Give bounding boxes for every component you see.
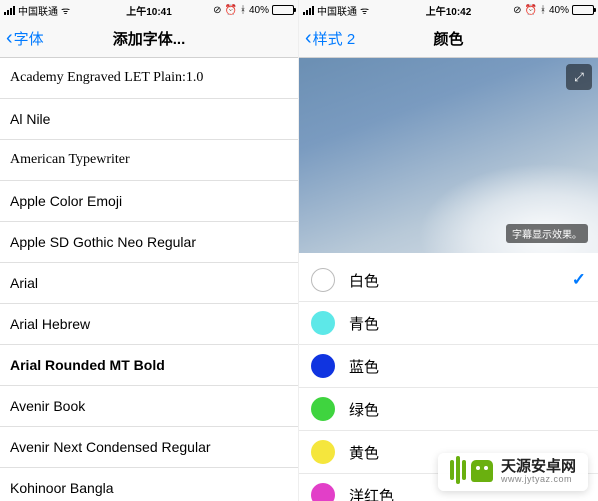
- subtitle-preview[interactable]: ⤢ 字幕显示效果。: [299, 58, 598, 253]
- watermark-logo-icon: [450, 460, 493, 484]
- battery-pct: 40%: [249, 5, 269, 16]
- color-item-white[interactable]: 白色 ✓: [299, 259, 598, 302]
- status-time: 上午10:42: [426, 3, 472, 18]
- color-item-cyan[interactable]: 青色: [299, 302, 598, 345]
- font-item[interactable]: American Typewriter: [0, 140, 298, 181]
- back-button[interactable]: ‹ 样式 2: [305, 27, 355, 50]
- color-item-green[interactable]: 绿色: [299, 388, 598, 431]
- rotation-lock-icon: ⊘: [213, 5, 221, 16]
- color-label: 白色: [349, 270, 572, 291]
- font-list-content[interactable]: Academy Engraved LET Plain:1.0 Al Nile A…: [0, 58, 298, 501]
- page-title: 添加字体...: [113, 28, 186, 49]
- phone-left: 中国联通 ᯤ 上午10:41 ⊘ ⏰ ᚼ 40% ‹ 字体 添加字体... Ac…: [0, 0, 299, 501]
- font-item[interactable]: Academy Engraved LET Plain:1.0: [0, 58, 298, 99]
- color-item-blue[interactable]: 蓝色: [299, 345, 598, 388]
- chevron-left-icon: ‹: [305, 27, 312, 50]
- font-item[interactable]: Arial Hebrew: [0, 304, 298, 345]
- font-item[interactable]: Al Nile: [0, 99, 298, 140]
- bluetooth-icon: ᚼ: [540, 5, 546, 16]
- wifi-icon: ᯤ: [61, 3, 70, 17]
- color-label: 青色: [349, 313, 586, 334]
- expand-button[interactable]: ⤢: [566, 64, 592, 90]
- status-bar: 中国联通 ᯤ 上午10:42 ⊘ ⏰ ᚼ 40%: [299, 0, 598, 20]
- color-swatch: [311, 440, 335, 464]
- battery-icon: [272, 5, 294, 15]
- color-swatch: [311, 354, 335, 378]
- color-swatch: [311, 268, 335, 292]
- font-list: Academy Engraved LET Plain:1.0 Al Nile A…: [0, 58, 298, 501]
- check-icon: ✓: [572, 270, 586, 290]
- font-item[interactable]: Avenir Next Condensed Regular: [0, 427, 298, 468]
- rotation-lock-icon: ⊘: [513, 5, 521, 16]
- color-swatch: [311, 311, 335, 335]
- back-button[interactable]: ‹ 字体: [6, 27, 44, 50]
- chevron-left-icon: ‹: [6, 27, 13, 50]
- expand-icon: ⤢: [574, 70, 584, 85]
- color-swatch: [311, 483, 335, 501]
- back-label: 样式 2: [313, 28, 356, 49]
- alarm-icon: ⏰: [225, 5, 237, 16]
- bluetooth-icon: ᚼ: [240, 5, 246, 16]
- watermark-name: 天源安卓网: [501, 459, 576, 476]
- watermark: 天源安卓网 www.jytyaz.com: [438, 453, 588, 491]
- color-label: 绿色: [349, 399, 586, 420]
- carrier-label: 中国联通: [317, 3, 357, 18]
- nav-bar: ‹ 样式 2 颜色: [299, 20, 598, 58]
- color-content: ⤢ 字幕显示效果。 白色 ✓ 青色 蓝色: [299, 58, 598, 501]
- preview-caption: 字幕显示效果。: [506, 224, 588, 243]
- back-label: 字体: [14, 28, 44, 49]
- battery-icon: [572, 5, 594, 15]
- font-item[interactable]: Kohinoor Bangla: [0, 468, 298, 501]
- watermark-domain: www.jytyaz.com: [501, 475, 576, 485]
- color-swatch: [311, 397, 335, 421]
- battery-pct: 40%: [549, 5, 569, 16]
- signal-icon: [303, 6, 314, 15]
- signal-icon: [4, 6, 15, 15]
- font-item[interactable]: Arial: [0, 263, 298, 304]
- phone-right: 中国联通 ᯤ 上午10:42 ⊘ ⏰ ᚼ 40% ‹ 样式 2 颜色: [299, 0, 598, 501]
- page-title: 颜色: [433, 28, 463, 49]
- alarm-icon: ⏰: [525, 5, 537, 16]
- font-item[interactable]: Apple Color Emoji: [0, 181, 298, 222]
- color-label: 蓝色: [349, 356, 586, 377]
- font-item[interactable]: Avenir Book: [0, 386, 298, 427]
- status-bar: 中国联通 ᯤ 上午10:41 ⊘ ⏰ ᚼ 40%: [0, 0, 298, 20]
- carrier-label: 中国联通: [18, 3, 58, 18]
- status-time: 上午10:41: [126, 3, 172, 18]
- wifi-icon: ᯤ: [360, 3, 369, 17]
- nav-bar: ‹ 字体 添加字体...: [0, 20, 298, 58]
- font-item[interactable]: Apple SD Gothic Neo Regular: [0, 222, 298, 263]
- font-item[interactable]: Arial Rounded MT Bold: [0, 345, 298, 386]
